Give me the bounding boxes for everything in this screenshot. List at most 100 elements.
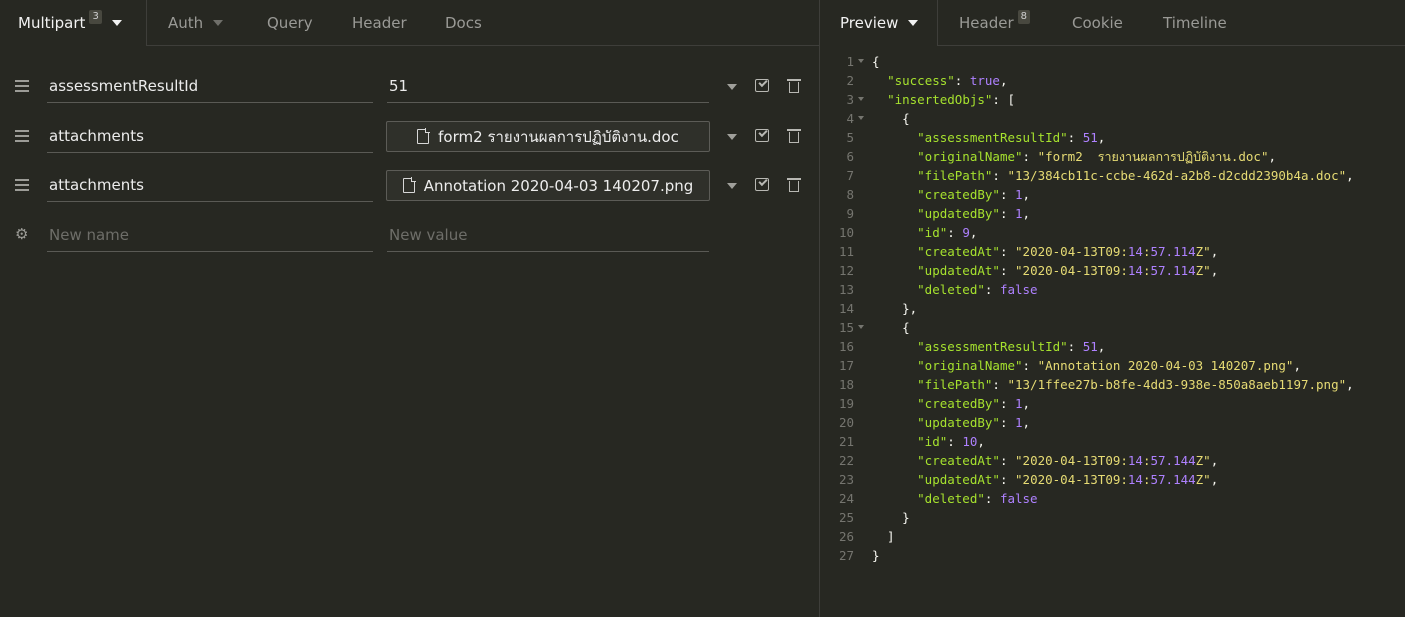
line-number: 1 (846, 54, 854, 69)
enable-checkbox-icon[interactable] (755, 129, 769, 142)
line-number: 20 (838, 415, 854, 430)
line-number: 6 (846, 149, 854, 164)
choose-file-button[interactable]: form2 รายงานผลการปฏิบัติงาน.doc (386, 121, 710, 152)
trash-icon[interactable] (787, 129, 801, 143)
code-line: 10 "id": 9, (820, 223, 1405, 242)
param-type-dropdown[interactable] (727, 183, 737, 189)
param-name-input[interactable]: attachments (47, 168, 373, 202)
tab-query[interactable]: Query (267, 0, 313, 45)
drag-handle-icon[interactable] (15, 130, 29, 142)
code-text: "createdAt": "2020-04-13T09:14:57.114Z", (917, 244, 1219, 259)
code-line: 2 "success": true, (820, 71, 1405, 90)
gear-icon[interactable]: ⚙ (15, 227, 29, 242)
tab-header-label: Header (352, 13, 407, 32)
tab-multipart-label: Multipart (18, 13, 86, 32)
code-text: "insertedObjs": [ (887, 92, 1015, 107)
code-text: }, (872, 301, 918, 316)
header-count-badge: 8 (1017, 9, 1030, 24)
code-line: 1{ (820, 52, 1405, 71)
param-name-input[interactable]: attachments (47, 119, 373, 153)
code-text: "updatedAt": "2020-04-13T09:14:57.144Z", (917, 472, 1219, 487)
divider (937, 0, 938, 46)
code-text: "updatedBy": 1, (917, 206, 1031, 221)
code-line: 22 "createdAt": "2020-04-13T09:14:57.144… (820, 451, 1405, 470)
line-number: 13 (838, 282, 854, 297)
new-param-row: ⚙ New name New value (0, 213, 820, 257)
line-number: 10 (838, 225, 854, 240)
drag-handle-icon[interactable] (15, 80, 29, 92)
line-number: 21 (838, 434, 854, 449)
code-text: "success": true, (887, 73, 1008, 88)
tab-timeline[interactable]: Timeline (1163, 0, 1227, 45)
line-number: 3 (846, 92, 854, 107)
param-type-dropdown[interactable] (727, 84, 737, 90)
tab-multipart[interactable]: Multipart 3 (18, 0, 122, 45)
tab-response-header[interactable]: Header 8 (959, 0, 1030, 45)
line-number: 17 (838, 358, 854, 373)
code-line: 9 "updatedBy": 1, (820, 204, 1405, 223)
line-number: 23 (838, 472, 854, 487)
trash-icon[interactable] (787, 79, 801, 93)
code-text: "deleted": false (917, 491, 1038, 506)
code-text: "id": 9, (917, 225, 978, 240)
param-value-input[interactable]: 51 (387, 69, 709, 103)
drag-handle-icon[interactable] (15, 179, 29, 191)
response-json-viewer[interactable]: 1{2 "success": true, 3 "insertedObjs": [4… (820, 52, 1405, 565)
new-value-input[interactable]: New value (387, 218, 709, 252)
line-number: 7 (846, 168, 854, 183)
line-number: 5 (846, 130, 854, 145)
code-text: "filePath": "13/1ffee27b-b8fe-4dd3-938e-… (917, 377, 1354, 392)
tab-preview[interactable]: Preview (840, 0, 919, 45)
enable-checkbox-icon[interactable] (755, 79, 769, 92)
tab-header[interactable]: Header (352, 0, 407, 45)
trash-icon[interactable] (787, 178, 801, 192)
code-line: 27} (820, 546, 1405, 565)
code-text: { (872, 54, 880, 69)
divider (146, 0, 147, 46)
line-number: 25 (838, 510, 854, 525)
line-number: 26 (838, 529, 854, 544)
code-line: 13 "deleted": false (820, 280, 1405, 299)
line-number: 16 (838, 339, 854, 354)
param-type-dropdown[interactable] (727, 134, 737, 140)
tab-auth[interactable]: Auth (168, 0, 224, 45)
code-text: "updatedAt": "2020-04-13T09:14:57.114Z", (917, 263, 1219, 278)
param-name-input[interactable]: assessmentResultId (47, 69, 373, 103)
fold-toggle-icon[interactable] (858, 325, 864, 329)
code-line: 19 "createdBy": 1, (820, 394, 1405, 413)
file-icon (417, 128, 431, 144)
code-line: 5 "assessmentResultId": 51, (820, 128, 1405, 147)
code-line: 21 "id": 10, (820, 432, 1405, 451)
line-number: 18 (838, 377, 854, 392)
chevron-down-icon (213, 19, 224, 26)
code-line: 24 "deleted": false (820, 489, 1405, 508)
code-text: } (872, 510, 910, 525)
fold-toggle-icon[interactable] (858, 97, 864, 101)
code-line: 3 "insertedObjs": [ (820, 90, 1405, 109)
file-name: Annotation 2020-04-03 140207.png (423, 176, 694, 195)
tab-cookie[interactable]: Cookie (1072, 0, 1123, 45)
line-number: 15 (838, 320, 854, 335)
chevron-down-icon (111, 19, 122, 26)
code-text: "id": 10, (917, 434, 985, 449)
response-pane: Preview Header 8 Cookie Timeline 1{2 "su… (820, 0, 1405, 617)
code-line: 11 "createdAt": "2020-04-13T09:14:57.114… (820, 242, 1405, 261)
line-number: 19 (838, 396, 854, 411)
code-line: 4 { (820, 109, 1405, 128)
line-number: 24 (838, 491, 854, 506)
fold-toggle-icon[interactable] (858, 116, 864, 120)
tab-cookie-label: Cookie (1072, 13, 1123, 32)
choose-file-button[interactable]: Annotation 2020-04-03 140207.png (386, 170, 710, 201)
line-number: 2 (846, 73, 854, 88)
code-text: ] (872, 529, 895, 544)
fold-toggle-icon[interactable] (858, 59, 864, 63)
enable-checkbox-icon[interactable] (755, 178, 769, 191)
tab-docs[interactable]: Docs (445, 0, 482, 45)
file-name: form2 รายงานผลการปฏิบัติงาน.doc (438, 127, 679, 146)
line-number: 27 (838, 548, 854, 563)
new-name-input[interactable]: New name (47, 218, 373, 252)
code-line: 20 "updatedBy": 1, (820, 413, 1405, 432)
code-text: "createdBy": 1, (917, 187, 1031, 202)
code-line: 12 "updatedAt": "2020-04-13T09:14:57.114… (820, 261, 1405, 280)
code-line: 18 "filePath": "13/1ffee27b-b8fe-4dd3-93… (820, 375, 1405, 394)
